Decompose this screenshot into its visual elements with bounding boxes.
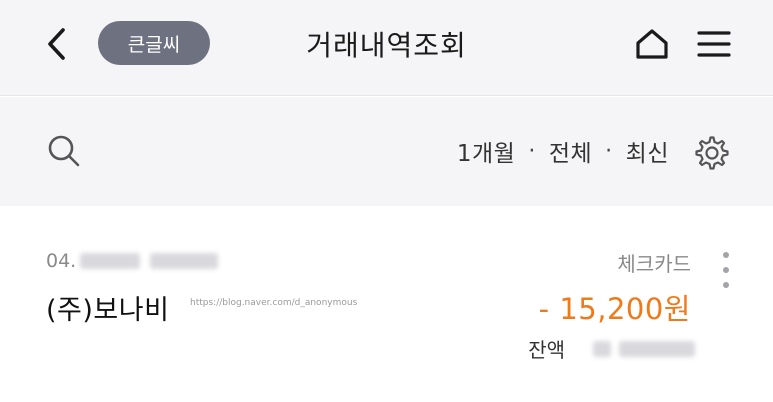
transaction-list: 04. (주)보나비 https://blog.naver.com/d_anon… <box>0 206 773 402</box>
back-button[interactable] <box>36 22 76 66</box>
large-font-button[interactable]: 큰글씨 <box>98 21 210 65</box>
gear-icon <box>695 136 729 170</box>
filter-summary[interactable]: 1개월 · 전체 · 최신 <box>457 134 669 168</box>
search-icon <box>48 135 80 167</box>
more-options-button[interactable] <box>712 246 740 294</box>
hamburger-menu-icon <box>697 31 731 57</box>
app-header: 큰글씨 거래내역조회 <box>0 0 773 96</box>
dot-icon <box>723 282 729 288</box>
watermark-text: https://blog.naver.com/d_anonymous <box>190 298 358 308</box>
transaction-amount: - 15,200원 <box>538 292 691 326</box>
filter-kind: 전체 <box>548 141 593 167</box>
balance-label: 잔액 <box>528 338 565 362</box>
redacted-block <box>593 340 611 357</box>
chevron-left-icon <box>48 28 65 60</box>
transaction-row[interactable]: 04. (주)보나비 https://blog.naver.com/d_anon… <box>0 206 773 366</box>
filter-bar: 1개월 · 전체 · 최신 <box>0 97 773 206</box>
transaction-datetime: 04. <box>46 250 219 272</box>
menu-button[interactable] <box>694 22 734 66</box>
balance: 잔액 <box>528 334 695 363</box>
merchant-name: (주)보나비 <box>46 295 170 326</box>
home-icon <box>636 29 668 59</box>
search-button[interactable] <box>44 131 84 171</box>
filter-period: 1개월 <box>456 141 516 167</box>
large-font-label: 큰글씨 <box>127 33 181 56</box>
payment-type: 체크카드 <box>617 252 691 276</box>
filter-order: 최신 <box>625 141 669 167</box>
dot-icon <box>723 252 729 258</box>
redacted-block <box>619 340 695 357</box>
settings-button[interactable] <box>692 133 732 173</box>
home-button[interactable] <box>632 22 672 66</box>
separator-dot: · <box>605 138 613 164</box>
dot-icon <box>723 267 729 273</box>
redacted-block <box>80 253 141 269</box>
redacted-block <box>150 253 219 269</box>
transaction-date-visible: 04. <box>46 250 77 272</box>
separator-dot: · <box>528 138 536 164</box>
